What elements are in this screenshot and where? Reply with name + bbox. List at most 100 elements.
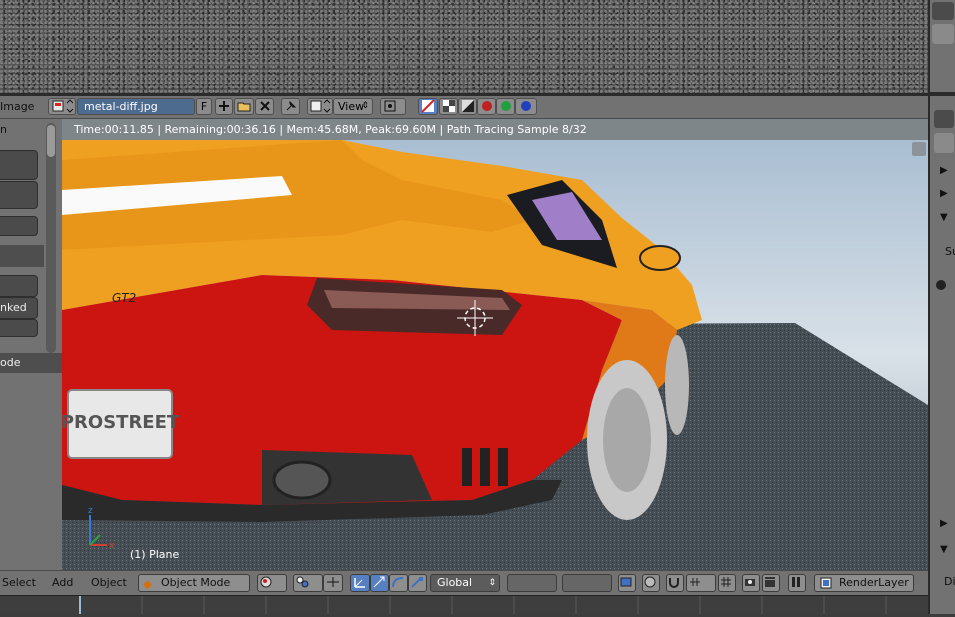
- mode-selector[interactable]: ◆ Object Mode: [138, 574, 250, 592]
- orientation-label: Global: [437, 576, 473, 589]
- image-editor-icon: [310, 99, 331, 113]
- layers-icon: [620, 577, 632, 587]
- fake-user-button[interactable]: F: [196, 98, 212, 115]
- remove-icon[interactable]: [936, 280, 946, 290]
- pivot-selector[interactable]: [293, 574, 323, 592]
- properties-toggle-icon[interactable]: [934, 110, 954, 128]
- image-name-field[interactable]: metal-diff.jpg: [77, 98, 195, 115]
- render-layer-selector[interactable]: RenderLayer: [814, 574, 914, 592]
- add-menu[interactable]: Add: [52, 575, 73, 591]
- cube-icon: ◆: [143, 577, 153, 591]
- snap-target-button[interactable]: [718, 574, 736, 592]
- outliner-icon[interactable]: [932, 2, 954, 20]
- render-result-button[interactable]: [418, 98, 438, 115]
- alpha-checker-icon: [442, 100, 455, 112]
- layers-grid-1[interactable]: [507, 574, 557, 592]
- green-channel-button[interactable]: [496, 98, 515, 115]
- clapper-icon: [765, 577, 775, 587]
- image-menu[interactable]: Image: [0, 99, 34, 114]
- rotate-manipulator[interactable]: [389, 574, 408, 592]
- panel-header-top-label: n: [0, 123, 7, 136]
- scale-manipulator[interactable]: [408, 574, 427, 592]
- axis-manipulator-icon: [354, 578, 365, 588]
- right-divider[interactable]: [930, 92, 955, 96]
- view-icon: [384, 100, 396, 112]
- display-mode-button[interactable]: [380, 98, 406, 115]
- view-menu[interactable]: View ⇕: [333, 98, 373, 115]
- proportional-edit-button[interactable]: [642, 574, 660, 592]
- mode-label: Object Mode: [161, 576, 231, 589]
- material-tab-icon[interactable]: [934, 133, 954, 153]
- panel-header-top[interactable]: n: [0, 122, 44, 138]
- opengl-anim-button[interactable]: [762, 574, 780, 592]
- expand-arrow-icon-3[interactable]: ▶: [940, 518, 948, 529]
- pause-render-button[interactable]: [788, 574, 806, 592]
- snap-element-selector[interactable]: [686, 574, 716, 592]
- manipulator-center-button[interactable]: [323, 574, 343, 592]
- viewport-corner-widget[interactable]: [912, 142, 926, 156]
- red-channel-button[interactable]: [477, 98, 496, 115]
- panel-header-2[interactable]: [0, 245, 44, 267]
- tool-button-1[interactable]: [0, 150, 38, 180]
- unlink-image-button[interactable]: [255, 98, 274, 115]
- scale-icon: [411, 577, 423, 588]
- grid-icon: [721, 577, 731, 587]
- translate-manipulator[interactable]: [370, 574, 389, 592]
- mode-panel-header[interactable]: ode: [0, 353, 62, 373]
- chevron-updown-icon-2: ⇕: [488, 578, 496, 588]
- scene-icon[interactable]: [932, 24, 954, 44]
- svg-text:x: x: [109, 541, 115, 551]
- render-image: PROSTREET GT2 z x: [62, 140, 928, 570]
- manipulator-toggle[interactable]: [350, 574, 370, 592]
- object-info-label: (1) Plane: [130, 548, 180, 561]
- transform-icon: [327, 577, 339, 587]
- circle-icon: [644, 576, 656, 588]
- properties-panel-edge: ▶ ▶ ▼ Su ▶ ▼ Di: [928, 0, 955, 614]
- alpha-button[interactable]: [439, 98, 458, 115]
- panel-scrollbar[interactable]: [46, 123, 56, 353]
- image-editor-header: Image metal-diff.jpg F View ⇕: [0, 96, 928, 119]
- orientation-selector[interactable]: Global ⇕: [430, 574, 500, 592]
- timeline-ticks: [79, 596, 887, 614]
- editor-type-button[interactable]: [307, 98, 333, 115]
- blue-dot-icon: [521, 101, 531, 111]
- view-menu-label: View: [338, 100, 365, 113]
- lock-layers-button[interactable]: [618, 574, 636, 592]
- expand-arrow-icon-2[interactable]: ▶: [940, 188, 948, 199]
- tool-button-3[interactable]: [0, 216, 38, 236]
- tool-button-4[interactable]: [0, 275, 38, 297]
- timeline-strip[interactable]: [0, 595, 928, 614]
- pivot-icon: [296, 576, 309, 588]
- layers-grid-2[interactable]: [562, 574, 612, 592]
- image-browse-button[interactable]: [48, 98, 76, 115]
- blue-channel-button[interactable]: [515, 98, 537, 115]
- z-buffer-button[interactable]: [458, 98, 477, 115]
- select-menu[interactable]: Select: [2, 575, 36, 591]
- green-dot-icon: [500, 101, 511, 111]
- render-status-text: Time:00:11.85 | Remaining:00:36.16 | Mem…: [74, 123, 587, 136]
- object-menu[interactable]: Object: [91, 575, 127, 591]
- bake-button[interactable]: nked: [0, 297, 38, 319]
- tool-button-5[interactable]: [0, 319, 38, 337]
- car-badge-text: GT2: [112, 291, 136, 305]
- collapse-arrow-icon[interactable]: ▼: [940, 212, 948, 223]
- new-image-button[interactable]: [215, 98, 233, 115]
- scrollbar-thumb[interactable]: [47, 125, 55, 157]
- pin-button[interactable]: [281, 98, 300, 115]
- expand-arrow-icon[interactable]: ▶: [940, 165, 948, 176]
- bake-label: nked: [0, 301, 27, 314]
- opengl-render-button[interactable]: [742, 574, 760, 592]
- render-layer-label: RenderLayer: [839, 576, 909, 589]
- open-image-button[interactable]: [234, 98, 254, 115]
- render-layer-icon: [820, 577, 832, 589]
- collapse-arrow-icon-2[interactable]: ▼: [940, 544, 948, 555]
- shading-selector[interactable]: [257, 574, 287, 592]
- image-icon: [52, 99, 74, 113]
- snap-toggle[interactable]: [666, 574, 684, 592]
- arrow-icon: [373, 576, 385, 588]
- close-icon: [259, 101, 270, 111]
- 3d-viewport[interactable]: PROSTREET GT2 z x (1) Plane: [62, 140, 928, 570]
- tool-button-2[interactable]: [0, 181, 38, 209]
- display-label: Di: [944, 575, 955, 588]
- svg-text:z: z: [88, 506, 93, 516]
